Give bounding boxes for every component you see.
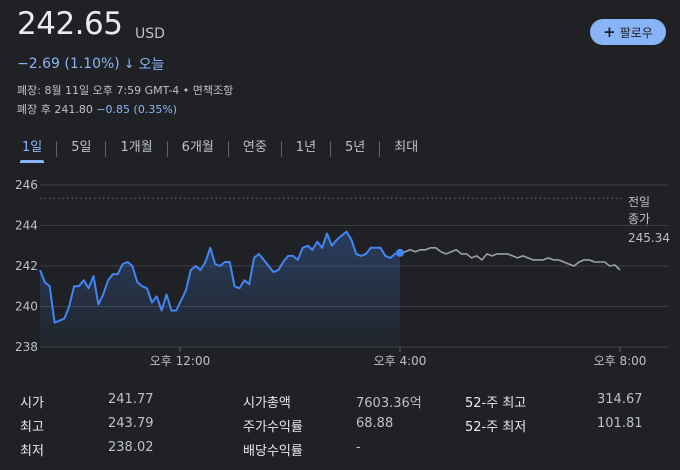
previous-close-value: 245.34 <box>628 231 670 245</box>
stat-52w-high-value: 314.67 <box>597 392 643 407</box>
stat-high-value: 243.79 <box>108 416 154 431</box>
x-axis-labels: 오후 12:00 오후 4:00 오후 8:00 <box>150 347 647 368</box>
price-chart[interactable]: 246 244 242 240 238 오후 12:00 오후 4:00 오후 8:00 전… <box>0 0 680 380</box>
stat-open-value: 241.77 <box>108 392 154 407</box>
stat-marketcap-label: 시가총액 <box>243 396 291 411</box>
extended-session-line <box>399 247 621 271</box>
y-tick-label: 246 <box>15 178 38 192</box>
session-end-marker <box>396 248 404 257</box>
y-axis-labels: 246 244 242 240 238 <box>15 178 38 354</box>
x-tick-label: 오후 8:00 <box>594 354 647 368</box>
previous-close-label-line2: 종가 <box>628 212 650 226</box>
stat-high-label: 최고 <box>20 420 44 435</box>
stat-open-label: 시가 <box>20 396 44 411</box>
stat-pe-label: 주가수익률 <box>243 420 303 435</box>
previous-close-label: 전일 종가 245.34 <box>628 195 670 245</box>
x-tick-label: 오후 12:00 <box>150 354 210 368</box>
x-tick-label: 오후 4:00 <box>374 354 427 368</box>
stat-low-value: 238.02 <box>108 440 154 455</box>
stat-pe-value: 68.88 <box>356 416 394 431</box>
previous-close-label-line1: 전일 <box>628 195 650 209</box>
regular-session-area <box>40 231 400 347</box>
stat-dividend-label: 배당수익률 <box>243 444 303 459</box>
stat-low-label: 최저 <box>20 444 44 459</box>
stat-52w-low-label: 52-주 최저 <box>465 420 527 435</box>
stat-52w-low-value: 101.81 <box>597 416 643 431</box>
stat-dividend-value: - <box>356 440 361 455</box>
y-tick-label: 238 <box>15 340 38 354</box>
y-tick-label: 240 <box>15 300 38 314</box>
y-tick-label: 244 <box>15 219 38 233</box>
y-tick-label: 242 <box>15 259 38 273</box>
stat-52w-high-label: 52-주 최고 <box>465 396 527 411</box>
stat-marketcap-value: 7603.36억 <box>356 396 422 411</box>
